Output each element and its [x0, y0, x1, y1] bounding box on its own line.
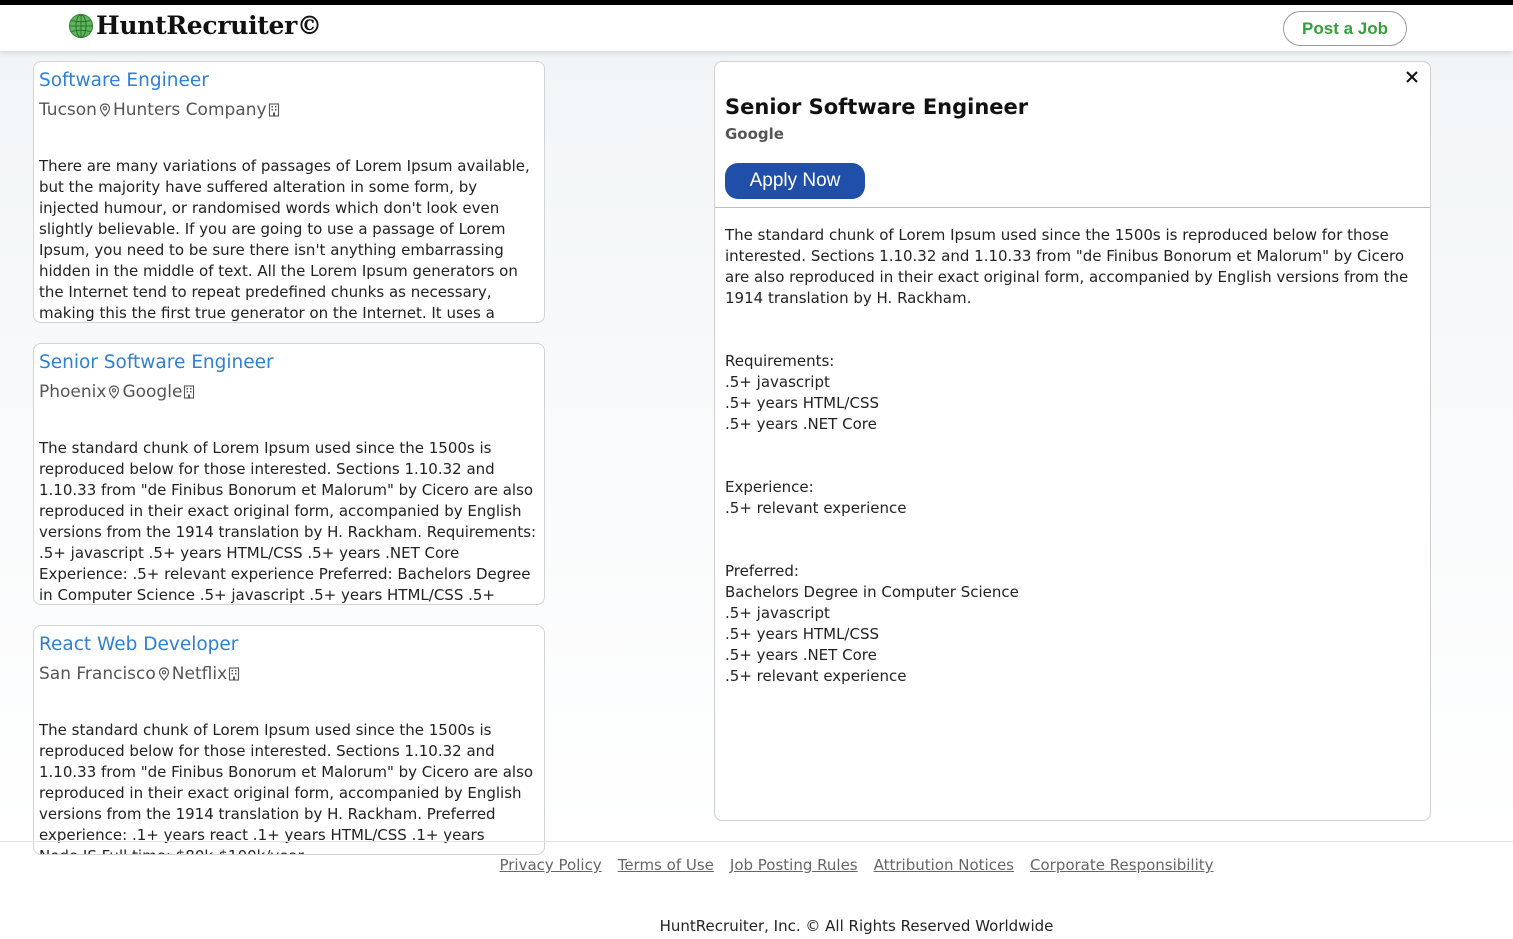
- detail-company-name: Google: [725, 125, 784, 143]
- privacy-policy-link[interactable]: Privacy Policy: [499, 856, 601, 874]
- detail-job-title: Senior Software Engineer: [725, 95, 1029, 119]
- preferred-item: Bachelors Degree in Computer Science: [725, 583, 1019, 601]
- detail-description: The standard chunk of Lorem Ipsum used s…: [725, 225, 1429, 687]
- job-company: Google: [122, 382, 183, 402]
- divider: [715, 207, 1430, 208]
- experience-heading: Experience:: [725, 478, 814, 496]
- job-card[interactable]: Software Engineer Tucson Hunters Company…: [33, 61, 545, 323]
- preferred-item: .5+ javascript: [725, 604, 830, 622]
- requirement-item: .5+ javascript: [725, 373, 830, 391]
- job-meta: Tucson Hunters Company: [39, 97, 539, 123]
- map-pin-icon: [99, 103, 111, 117]
- brand-name: HuntRecruiter©: [96, 11, 322, 40]
- brand-logo[interactable]: HuntRecruiter©: [68, 11, 322, 40]
- job-meta: San Francisco Netflix: [39, 661, 539, 687]
- job-title-link[interactable]: Senior Software Engineer: [39, 350, 539, 376]
- job-detail-panel: Senior Software Engineer Google Apply No…: [714, 61, 1431, 821]
- requirement-item: .5+ years HTML/CSS: [725, 394, 880, 412]
- job-title-link[interactable]: React Web Developer: [39, 632, 539, 658]
- job-card[interactable]: React Web Developer San Francisco Netfli…: [33, 625, 545, 855]
- preferred-item: .5+ years .NET Core: [725, 646, 877, 664]
- preferred-item: .5+ years HTML/CSS: [725, 625, 880, 643]
- job-description: There are many variations of passages of…: [39, 157, 530, 322]
- corporate-responsibility-link[interactable]: Corporate Responsibility: [1030, 856, 1214, 874]
- job-title-link[interactable]: Software Engineer: [39, 68, 539, 94]
- apply-now-button[interactable]: Apply Now: [725, 163, 865, 199]
- job-description: The standard chunk of Lorem Ipsum used s…: [39, 721, 534, 854]
- job-description: The standard chunk of Lorem Ipsum used s…: [39, 439, 537, 604]
- building-icon: [268, 103, 279, 117]
- preferred-item: .5+ relevant experience: [725, 667, 907, 685]
- site-header: HuntRecruiter© Post a Job: [0, 5, 1513, 51]
- job-location: Phoenix: [39, 382, 107, 402]
- job-meta: Phoenix Google: [39, 379, 539, 405]
- detail-intro: The standard chunk of Lorem Ipsum used s…: [725, 226, 1409, 307]
- job-card[interactable]: Senior Software Engineer Phoenix Google …: [33, 343, 545, 605]
- requirements-heading: Requirements:: [725, 352, 835, 370]
- experience-item: .5+ relevant experience: [725, 499, 907, 517]
- post-job-button[interactable]: Post a Job: [1283, 11, 1407, 46]
- building-icon: [229, 667, 240, 681]
- job-location: San Francisco: [39, 664, 156, 684]
- map-pin-icon: [158, 667, 169, 681]
- job-location: Tucson: [39, 100, 97, 120]
- job-company: Hunters Company: [112, 100, 267, 120]
- terms-of-use-link[interactable]: Terms of Use: [618, 856, 714, 874]
- main-content: Software Engineer Tucson Hunters Company…: [0, 51, 1513, 855]
- footer-divider: [0, 841, 1513, 842]
- copyright-text: HuntRecruiter, Inc. © All Rights Reserve…: [659, 917, 1054, 935]
- attribution-notices-link[interactable]: Attribution Notices: [874, 856, 1014, 874]
- close-icon[interactable]: [1403, 68, 1421, 86]
- requirement-item: .5+ years .NET Core: [725, 415, 877, 433]
- preferred-heading: Preferred:: [725, 562, 799, 580]
- globe-icon: [68, 13, 94, 38]
- job-company: Netflix: [171, 664, 228, 684]
- map-pin-icon: [109, 385, 120, 399]
- job-posting-rules-link[interactable]: Job Posting Rules: [730, 856, 858, 874]
- footer-links: Privacy Policy Terms of Use Job Posting …: [0, 856, 1513, 874]
- building-icon: [184, 385, 195, 399]
